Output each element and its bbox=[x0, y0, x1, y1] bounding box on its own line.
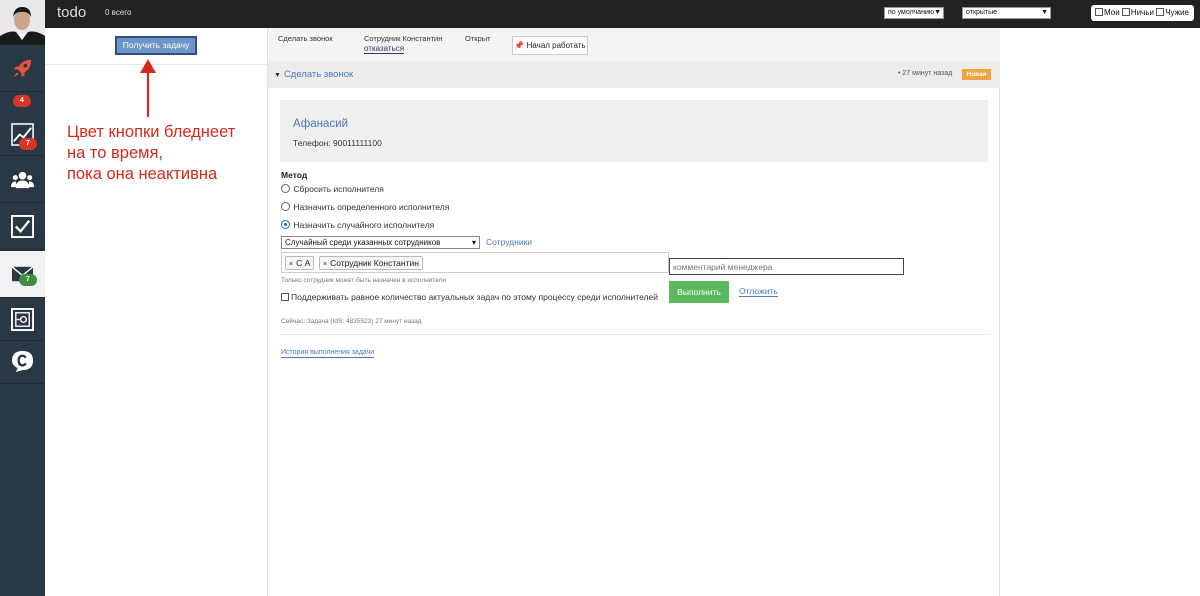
tag-label: Сотрудник Константин bbox=[330, 258, 419, 268]
chat-icon bbox=[11, 350, 34, 373]
start-work-label: Начал работать bbox=[526, 41, 586, 50]
contact-phone: Телефон: 90011111100 bbox=[293, 138, 382, 148]
radio-button[interactable] bbox=[281, 220, 290, 229]
left-panel: Получить задачу Цвет кнопки бледнеет на … bbox=[45, 28, 267, 596]
task-info-strip: Сделать звонок Сотрудник Константин отка… bbox=[268, 28, 1000, 62]
rocket-icon bbox=[13, 59, 32, 78]
sidebar-item-users[interactable] bbox=[0, 157, 45, 203]
decline-link[interactable]: отказаться bbox=[364, 44, 405, 54]
filter-others-checkbox[interactable] bbox=[1156, 8, 1165, 16]
radio-random-assignee[interactable]: Назначить случайного исполнителя bbox=[281, 220, 434, 230]
users-icon bbox=[11, 171, 34, 189]
task-time: • 27 минут назад bbox=[898, 70, 953, 77]
strategy-select[interactable]: Случайный среди указанных сотрудников ▾ bbox=[281, 236, 480, 249]
arrow-up-icon bbox=[140, 59, 156, 117]
sidebar: 4 7 7 bbox=[0, 28, 45, 596]
method-label: Метод bbox=[281, 170, 308, 180]
filter-nobody-label: Ничьи bbox=[1130, 8, 1154, 17]
assignee-tags-input[interactable]: × С А × Сотрудник Константин bbox=[281, 252, 669, 273]
task-status: Открыт bbox=[465, 34, 491, 43]
divider bbox=[45, 64, 267, 65]
annotation-line: на то время, bbox=[67, 144, 163, 162]
status-select-value: открытые bbox=[966, 9, 998, 16]
balance-checkbox-row[interactable]: Поддерживать равное количество актуальны… bbox=[281, 292, 658, 302]
contact-name: Афанасий bbox=[293, 118, 349, 130]
strategy-select-value: Случайный среди указанных сотрудников bbox=[285, 238, 441, 247]
status-select[interactable]: открытые ▼ bbox=[962, 7, 1051, 19]
checkbox-icon bbox=[11, 215, 34, 238]
radio-label: Назначить случайного исполнителя bbox=[293, 220, 435, 230]
chevron-down-icon: ▼ bbox=[1041, 9, 1048, 16]
radio-label: Назначить определенного исполнителя bbox=[293, 202, 450, 212]
chevron-down-icon: ▾ bbox=[471, 238, 476, 247]
radio-label: Сбросить исполнителя bbox=[293, 184, 384, 194]
assignee-tag: × С А bbox=[285, 256, 315, 270]
radio-specific-assignee[interactable]: Назначить определенного исполнителя bbox=[281, 202, 449, 212]
sort-select[interactable]: по умолчанию ▼ bbox=[884, 7, 944, 19]
balance-checkbox-label: Поддерживать равное количество актуальны… bbox=[291, 292, 658, 302]
filter-mine-checkbox[interactable] bbox=[1095, 8, 1103, 16]
balance-checkbox[interactable] bbox=[281, 293, 289, 301]
annotation-line: пока она неактивна bbox=[67, 165, 218, 183]
sidebar-item-tasks[interactable] bbox=[0, 204, 45, 250]
sidebar-item-mail[interactable]: 7 bbox=[0, 251, 45, 298]
caret-down-icon: ▼ bbox=[274, 72, 281, 79]
task-header[interactable]: ▼ Сделать звонок • 27 минут назад Новая bbox=[268, 62, 1000, 88]
radio-button[interactable] bbox=[281, 202, 290, 211]
divider bbox=[280, 334, 988, 335]
staff-link[interactable]: Сотрудники bbox=[486, 237, 532, 247]
radio-reset-assignee[interactable]: Сбросить исполнителя bbox=[281, 184, 384, 194]
sidebar-item-rocket[interactable] bbox=[0, 45, 45, 92]
contact-card: Афанасий Телефон: 90011111100 bbox=[280, 100, 988, 162]
notification-badge: 4 bbox=[13, 95, 31, 107]
notification-badge: 7 bbox=[19, 138, 37, 150]
start-work-button[interactable]: 📌 Начал работать bbox=[512, 36, 588, 55]
remove-tag-icon[interactable]: × bbox=[289, 261, 293, 268]
owner-filters: Мои Ничьи Чужие bbox=[1091, 5, 1194, 21]
sidebar-item-chat[interactable] bbox=[0, 342, 45, 384]
sidebar-item-safe[interactable] bbox=[0, 299, 45, 341]
sidebar-item-stats[interactable]: 4 7 bbox=[0, 93, 45, 156]
safe-icon bbox=[11, 308, 34, 331]
task-title-label: Сделать звонок bbox=[283, 69, 354, 80]
annotation-text: Цвет кнопки бледнеет на то время, пока о… bbox=[67, 122, 267, 185]
tag-label: С А bbox=[296, 258, 311, 268]
task-type: Сделать звонок bbox=[278, 34, 333, 43]
complete-button[interactable]: Выполнить bbox=[669, 281, 729, 303]
chevron-down-icon: ▼ bbox=[934, 9, 941, 16]
assignee-hint: Только сотрудник может быть назначен в и… bbox=[281, 277, 447, 284]
pin-icon: 📌 bbox=[514, 41, 525, 50]
postpone-link[interactable]: Отложить bbox=[739, 286, 778, 297]
task-panel: Сделать звонок Сотрудник Константин отка… bbox=[267, 28, 1000, 596]
annotation-line: Цвет кнопки бледнеет bbox=[67, 123, 236, 141]
filter-others-label: Чужие bbox=[1165, 8, 1189, 17]
task-title[interactable]: ▼ Сделать звонок bbox=[274, 69, 353, 80]
sort-select-value: по умолчанию bbox=[888, 9, 935, 16]
app-title: todo bbox=[57, 4, 87, 21]
radio-button[interactable] bbox=[281, 184, 290, 193]
manager-comment-input[interactable] bbox=[669, 258, 904, 275]
assignee-name: Сотрудник Константин bbox=[364, 34, 443, 43]
avatar[interactable] bbox=[0, 0, 45, 45]
get-task-button[interactable]: Получить задачу bbox=[115, 36, 197, 55]
assignee-tag: × Сотрудник Константин bbox=[319, 256, 423, 270]
filter-nobody-checkbox[interactable] bbox=[1121, 8, 1130, 16]
filter-mine-label: Мои bbox=[1104, 8, 1120, 17]
status-badge: Новая bbox=[962, 69, 991, 80]
task-history-link[interactable]: История выполнения задачи bbox=[281, 349, 375, 358]
task-count: 0 всего bbox=[105, 8, 132, 17]
current-task-info: Сейчас: Задача (IdS: 4835523) 27 минут н… bbox=[281, 318, 422, 325]
notification-badge: 7 bbox=[19, 274, 37, 286]
top-bar: todo 0 всего по умолчанию ▼ открытые ▼ М… bbox=[0, 0, 1200, 28]
remove-tag-icon[interactable]: × bbox=[323, 261, 327, 268]
